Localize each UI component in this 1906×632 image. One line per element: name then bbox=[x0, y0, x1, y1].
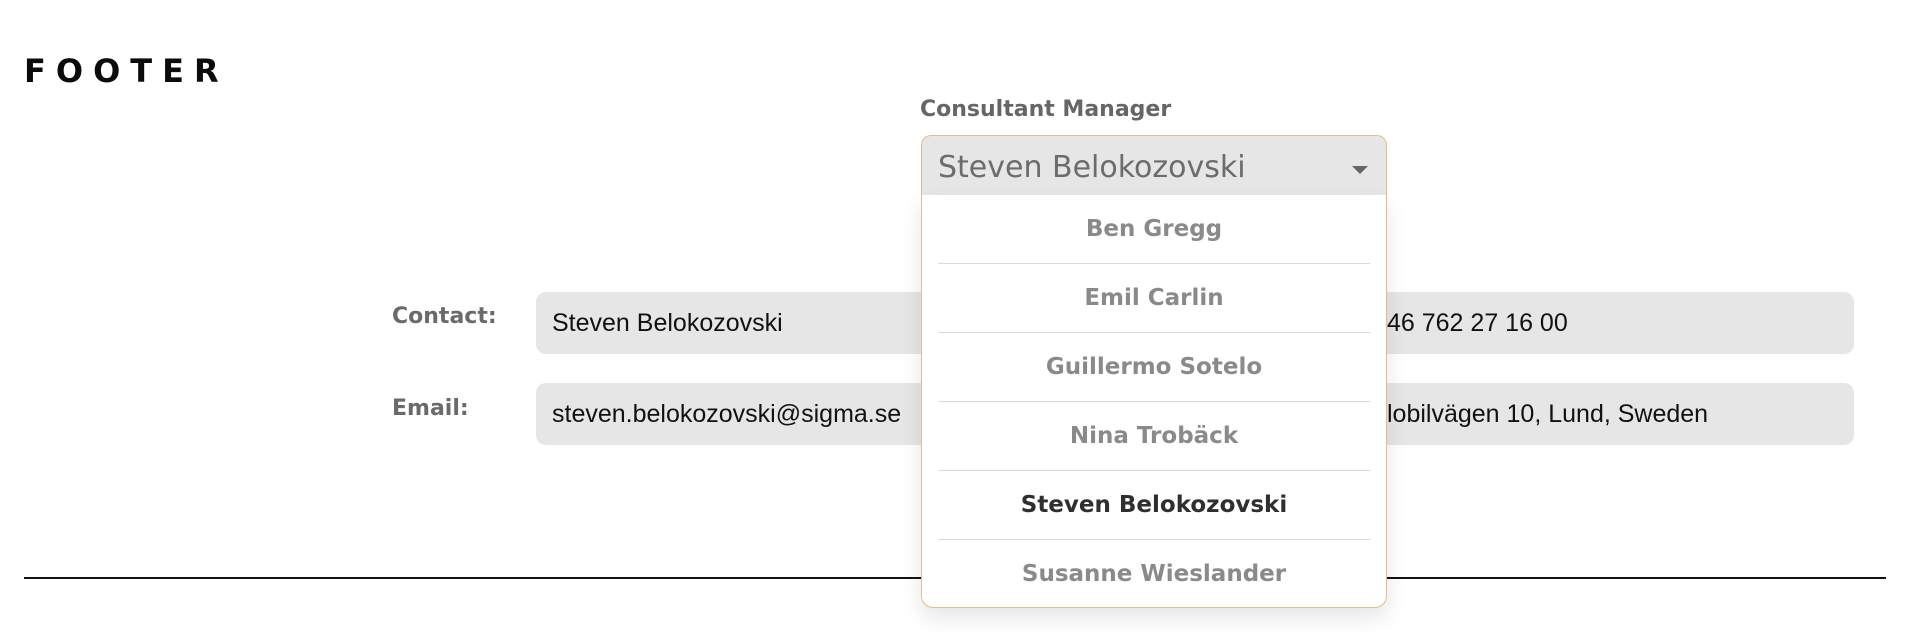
chevron-down-icon[interactable] bbox=[1352, 166, 1368, 174]
address-field[interactable]: lobilvägen 10, Lund, Sweden bbox=[1315, 383, 1854, 445]
consultant-manager-selected-value: Steven Belokozovski bbox=[938, 150, 1246, 185]
contact-label: Contact: bbox=[392, 304, 497, 329]
menu-item-susanne-wieslander[interactable]: Susanne Wieslander bbox=[922, 540, 1386, 609]
consultant-manager-menu: Ben Gregg Emil Carlin Guillermo Sotelo N… bbox=[921, 195, 1387, 608]
menu-item-nina-troback[interactable]: Nina Trobäck bbox=[922, 402, 1386, 471]
phone-field[interactable]: 46 762 27 16 00 bbox=[1315, 292, 1854, 354]
menu-item-emil-carlin[interactable]: Emil Carlin bbox=[922, 264, 1386, 333]
consultant-manager-label: Consultant Manager bbox=[920, 97, 1172, 122]
page-title: FOOTER bbox=[24, 52, 229, 90]
email-label: Email: bbox=[392, 396, 469, 421]
menu-item-steven-belokozovski[interactable]: Steven Belokozovski bbox=[922, 471, 1386, 540]
menu-item-guillermo-sotelo[interactable]: Guillermo Sotelo bbox=[922, 333, 1386, 402]
menu-item-ben-gregg[interactable]: Ben Gregg bbox=[922, 195, 1386, 264]
consultant-manager-select[interactable]: Steven Belokozovski bbox=[921, 135, 1387, 195]
